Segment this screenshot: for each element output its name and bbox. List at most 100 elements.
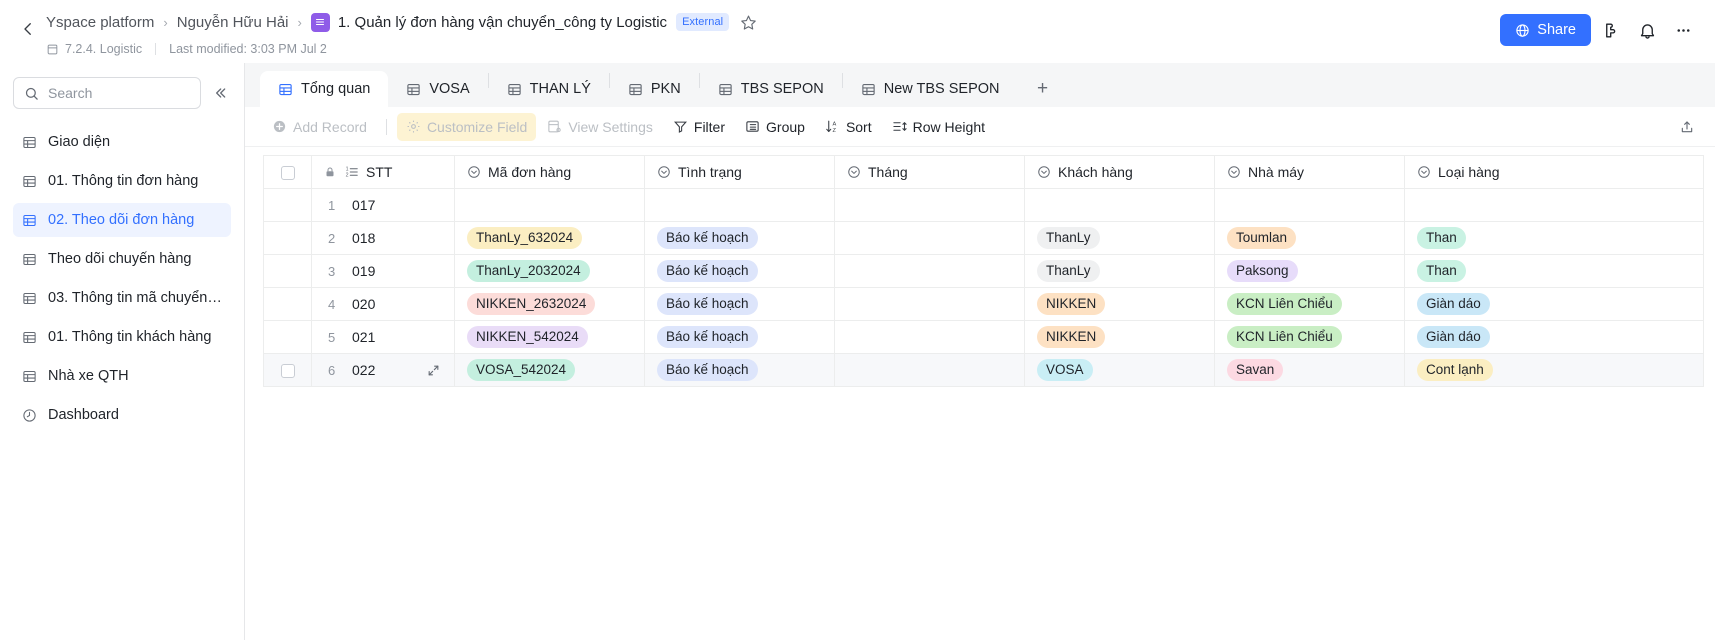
cell-loai-hang[interactable]: Cont lạnh — [1404, 353, 1704, 387]
double-chevron-left-icon[interactable] — [209, 82, 231, 104]
cell-nha-may[interactable] — [1214, 188, 1405, 222]
cell-nha-may[interactable]: KCN Liên Chiểu — [1214, 287, 1405, 321]
cell-khach-hang[interactable]: NIKKEN — [1024, 320, 1215, 354]
cell-ma-don-hang[interactable]: NIKKEN_2632024 — [454, 287, 645, 321]
bell-icon[interactable] — [1631, 14, 1663, 46]
tab-new-tbs-sepon[interactable]: New TBS SEPON — [843, 71, 1018, 107]
row-select-cell[interactable] — [263, 188, 312, 222]
cell-tinh-trang[interactable]: Báo kế hoạch — [644, 353, 835, 387]
cell-ma-don-hang[interactable]: ThanLy_2032024 — [454, 254, 645, 288]
back-button[interactable] — [14, 15, 42, 43]
cell-nha-may[interactable]: Toumlan — [1214, 221, 1405, 255]
sidebar-item-thong-tin-khach-hang[interactable]: 01. Thông tin khách hàng — [13, 320, 231, 354]
cell-khach-hang[interactable]: ThanLy — [1024, 221, 1215, 255]
column-header-thang[interactable]: Tháng — [834, 155, 1025, 189]
column-header-khach-hang[interactable]: Khách hàng — [1024, 155, 1215, 189]
column-header-tinh-trang[interactable]: Tình trạng — [644, 155, 835, 189]
row-select-cell[interactable] — [263, 254, 312, 288]
cell-loai-hang[interactable] — [1404, 188, 1704, 222]
star-icon[interactable] — [740, 14, 757, 31]
share-button[interactable]: Share — [1500, 14, 1591, 46]
select-all-checkbox[interactable] — [280, 166, 295, 181]
column-header-ma-don-hang[interactable]: Mã đơn hàng — [454, 155, 645, 189]
sidebar-item-dashboard[interactable]: Dashboard — [13, 398, 231, 432]
cell-tinh-trang[interactable]: Báo kế hoạch — [644, 254, 835, 288]
add-record-button[interactable]: Add Record — [263, 113, 376, 141]
cell-ma-don-hang[interactable] — [454, 188, 645, 222]
cell-khach-hang[interactable]: NIKKEN — [1024, 287, 1215, 321]
cell-tinh-trang[interactable]: Báo kế hoạch — [644, 320, 835, 354]
cell-khach-hang[interactable]: VOSA — [1024, 353, 1215, 387]
view-settings-button[interactable]: View Settings — [538, 113, 662, 141]
cell-nha-may[interactable]: KCN Liên Chiểu — [1214, 320, 1405, 354]
customize-field-button[interactable]: Customize Field — [396, 112, 537, 141]
table-row[interactable]: 3 019 ThanLy_2032024 Báo kế hoạch ThanLy Paks… — [263, 254, 1704, 288]
cell-stt[interactable]: 3 019 — [311, 254, 455, 288]
table-row[interactable]: 2 018 ThanLy_632024 Báo kế hoạch ThanLy Touml… — [263, 221, 1704, 255]
cell-loai-hang[interactable]: Giàn dáo — [1404, 320, 1704, 354]
tab-vosa[interactable]: VOSA — [388, 71, 487, 107]
tab-tbs-sepon[interactable]: TBS SEPON — [700, 71, 842, 107]
tab-than-ly[interactable]: THAN LÝ — [489, 71, 609, 107]
sort-button[interactable]: AZ Sort — [816, 113, 881, 141]
cell-loai-hang[interactable]: Than — [1404, 221, 1704, 255]
cell-ma-don-hang[interactable]: NIKKEN_542024 — [454, 320, 645, 354]
extension-icon[interactable] — [1595, 14, 1627, 46]
cell-loai-hang[interactable]: Giàn dáo — [1404, 287, 1704, 321]
filter-button[interactable]: Filter — [664, 113, 734, 141]
sidebar-item-nha-xe-qth[interactable]: Nhà xe QTH — [13, 359, 231, 393]
page-title[interactable]: 1. Quản lý đơn hàng vận chuyển_công ty L… — [338, 14, 667, 31]
column-header-stt[interactable]: 12 STT — [311, 155, 455, 189]
sidebar-item-thong-tin-don-hang[interactable]: 01. Thông tin đơn hàng — [13, 164, 231, 198]
cell-thang[interactable] — [834, 320, 1025, 354]
sidebar-item-theo-doi-chuyen-hang[interactable]: Theo dõi chuyến hàng — [13, 242, 231, 276]
breadcrumb-item-workspace[interactable]: Yspace platform — [46, 14, 154, 31]
cell-nha-may[interactable]: Paksong — [1214, 254, 1405, 288]
add-view-button[interactable]: + — [1028, 74, 1058, 104]
cell-thang[interactable] — [834, 254, 1025, 288]
cell-loai-hang[interactable]: Than — [1404, 254, 1704, 288]
row-checkbox[interactable] — [280, 364, 295, 379]
cell-thang[interactable] — [834, 353, 1025, 387]
cell-thang[interactable] — [834, 221, 1025, 255]
cell-ma-don-hang[interactable]: ThanLy_632024 — [454, 221, 645, 255]
cell-stt[interactable]: 1 017 — [311, 188, 455, 222]
sidebar-item-theo-doi-don-hang[interactable]: 02. Theo dõi đơn hàng — [13, 203, 231, 237]
tab-tong-quan[interactable]: Tổng quan — [260, 71, 389, 107]
cell-tinh-trang[interactable]: Báo kế hoạch — [644, 221, 835, 255]
row-select-cell[interactable] — [263, 287, 312, 321]
column-header-loai-hang[interactable]: Loại hàng — [1404, 155, 1704, 189]
share-arrow-icon[interactable] — [1675, 115, 1699, 139]
row-select-cell[interactable] — [263, 320, 312, 354]
search-input[interactable] — [48, 85, 190, 101]
breadcrumb-item-user[interactable]: Nguyễn Hữu Hải — [177, 14, 289, 31]
search-box[interactable] — [13, 77, 201, 109]
cell-stt[interactable]: 6 022 — [311, 353, 455, 387]
sidebar-item-giao-dien[interactable]: Giao diện — [13, 125, 231, 159]
row-select-cell[interactable] — [263, 221, 312, 255]
row-height-button[interactable]: Row Height — [883, 113, 994, 141]
cell-khach-hang[interactable]: ThanLy — [1024, 254, 1215, 288]
group-button[interactable]: Group — [736, 113, 814, 141]
cell-tinh-trang[interactable]: Báo kế hoạch — [644, 287, 835, 321]
row-select-cell[interactable] — [263, 353, 312, 387]
cell-ma-don-hang[interactable]: VOSA_542024 — [454, 353, 645, 387]
table-row[interactable]: 4 020 NIKKEN_2632024 Báo kế hoạch NIKKEN KCN … — [263, 287, 1704, 321]
tab-pkn[interactable]: PKN — [610, 71, 699, 107]
table-row[interactable]: 6 022 VOSA_542024 Báo kế hoạch VOSA Savan Cont… — [263, 353, 1704, 387]
cell-stt[interactable]: 2 018 — [311, 221, 455, 255]
table-row[interactable]: 5 021 NIKKEN_542024 Báo kế hoạch NIKKEN KCN L… — [263, 320, 1704, 354]
cell-thang[interactable] — [834, 287, 1025, 321]
expand-record-icon[interactable] — [427, 364, 442, 377]
cell-tinh-trang[interactable] — [644, 188, 835, 222]
cell-nha-may[interactable]: Savan — [1214, 353, 1405, 387]
sidebar-item-thong-tin-ma-chuyen-hang[interactable]: 03. Thông tin mã chuyển h... — [13, 281, 231, 315]
more-horizontal-icon[interactable] — [1667, 14, 1699, 46]
column-header-nha-may[interactable]: Nhà máy — [1214, 155, 1405, 189]
table-row[interactable]: 1 017 — [263, 188, 1704, 222]
cell-stt[interactable]: 5 021 — [311, 320, 455, 354]
cell-khach-hang[interactable] — [1024, 188, 1215, 222]
folder-label[interactable]: 7.2.4. Logistic — [65, 42, 142, 56]
cell-thang[interactable] — [834, 188, 1025, 222]
cell-stt[interactable]: 4 020 — [311, 287, 455, 321]
